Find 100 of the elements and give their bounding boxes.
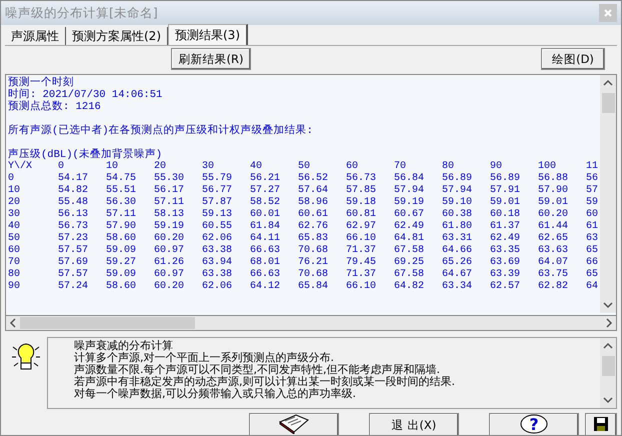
- table-cell-text: 56.21: [250, 173, 282, 185]
- table-cell-text: 70.68: [298, 245, 330, 257]
- table-cell-text: 62.82: [538, 281, 570, 293]
- table-cell-text: 57.69: [58, 257, 90, 269]
- table-cell-text: 56.89: [490, 173, 522, 185]
- table-cell-text: 62.06: [202, 233, 234, 245]
- table-cell-text: 56.73: [58, 221, 90, 233]
- table-cell-text: 62.57: [490, 281, 522, 293]
- table-cell-text: 58.13: [154, 209, 186, 221]
- table-cell-text: 59.09: [106, 245, 138, 257]
- help-button[interactable]: ?: [489, 413, 579, 435]
- column-header: 30: [202, 161, 216, 173]
- column-header: 40: [250, 161, 264, 173]
- table-cell-text: 60.61: [298, 209, 330, 221]
- tab[interactable]: 声源属性: [5, 27, 66, 45]
- column-header: 70: [394, 161, 408, 173]
- exit-button[interactable]: 退 出(X): [369, 413, 459, 435]
- table-cell-text: 59.10: [442, 197, 474, 209]
- table-cell-text: 54.17: [58, 173, 90, 185]
- table-cell-text: 64.67: [442, 269, 474, 281]
- table-cell-text: 58.52: [250, 197, 282, 209]
- tab[interactable]: 预测结果(3): [168, 24, 248, 45]
- table-cell-text: 54.75: [106, 173, 138, 185]
- table-cell-text: 60.55: [202, 221, 234, 233]
- table-cell-text: 61.80: [442, 221, 474, 233]
- plot-button[interactable]: 绘图(D): [541, 48, 605, 70]
- help-text-line: 计算多个声源,对一个平面上一系列预测点的声级分布.: [74, 352, 335, 364]
- table-cell-text: 55.79: [202, 173, 234, 185]
- table-cell-text: 58.60: [106, 281, 138, 293]
- vertical-scrollbar[interactable]: [600, 338, 616, 408]
- table-cell-text: 63: [586, 233, 600, 245]
- column-header: 80: [442, 161, 456, 173]
- table-cell-text: 60.20: [538, 209, 570, 221]
- table-cell-text: 57.23: [58, 233, 90, 245]
- row-header: 0: [8, 173, 16, 185]
- table-cell-text: 66.63: [250, 245, 282, 257]
- scroll-thumb[interactable]: [602, 356, 614, 376]
- table-cell-text: 60.20: [154, 233, 186, 245]
- row-header: 40: [8, 221, 22, 233]
- horizontal-scrollbar[interactable]: [5, 316, 617, 331]
- table-cell-text: 63.38: [202, 245, 234, 257]
- table-cell-text: 60.97: [154, 269, 186, 281]
- table-cell-text: 66.63: [250, 269, 282, 281]
- table-cell-text: 60.20: [154, 281, 186, 293]
- table-cell-text: 61.44: [538, 221, 570, 233]
- table-cell-text: 59.09: [106, 269, 138, 281]
- table-cell-text: 71.37: [346, 245, 378, 257]
- row-header: 80: [8, 269, 22, 281]
- row-header: 50: [8, 233, 22, 245]
- save-button[interactable]: [585, 413, 617, 435]
- table-cell-text: 65.84: [298, 281, 330, 293]
- table-cell-text: 63.31: [442, 233, 474, 245]
- table-cell-text: 58.96: [298, 197, 330, 209]
- table-cell-text: 59.18: [346, 197, 378, 209]
- table-cell-text: 63.35: [490, 245, 522, 257]
- table-cell-text: 57.94: [394, 185, 426, 197]
- table-cell-text: 57.85: [346, 185, 378, 197]
- scroll-thumb[interactable]: [602, 93, 614, 113]
- row-header: 90: [8, 281, 22, 293]
- table-cell-text: 64.11: [250, 233, 282, 245]
- table-cell-text: 57.27: [250, 185, 282, 197]
- table-cell-text: 57: [586, 185, 600, 197]
- table-cell-text: 66: [586, 257, 600, 269]
- table-cell-text: 57.57: [58, 245, 90, 257]
- table-cell-text: 63.75: [538, 269, 570, 281]
- table-cell-text: 62.76: [298, 221, 330, 233]
- table-cell-text: 65.83: [298, 233, 330, 245]
- table-cell-text: 58.60: [106, 233, 138, 245]
- table-cell-text: 64.81: [394, 233, 426, 245]
- table-cell-text: 76.21: [298, 257, 330, 269]
- table-cell-text: 56.89: [442, 173, 474, 185]
- table-cell-text: 55.48: [58, 197, 90, 209]
- vertical-scrollbar[interactable]: [600, 75, 616, 313]
- table-cell-text: 60.38: [442, 209, 474, 221]
- help-text-line: 若声源中有非稳定发声的动态声源,则可以计算出某一时刻或某一段时间的结果.: [74, 376, 456, 388]
- column-header: 100: [538, 161, 558, 173]
- table-cell-text: 59.19: [394, 197, 426, 209]
- table-cell-text: 63.39: [490, 269, 522, 281]
- table-cell-text: 56.84: [394, 173, 426, 185]
- table-cell-text: 62.06: [202, 281, 234, 293]
- output-line: 预测点总数: 1216: [8, 101, 102, 113]
- table-cell-text: 68.01: [250, 257, 282, 269]
- output-line: 时间: 2021/07/30 14:06:51: [8, 89, 164, 101]
- table-cell-text: 54.82: [58, 185, 90, 197]
- table-cell-text: 60.67: [394, 209, 426, 221]
- output-line: 所有声源(已选中者)在各预测点的声压级和计权声级叠加结果:: [8, 125, 314, 137]
- refresh-button[interactable]: 刷新结果(R): [171, 48, 251, 70]
- table-cell-text: 59.01: [490, 197, 522, 209]
- table-cell-text: 61.84: [250, 221, 282, 233]
- row-header: 60: [8, 245, 22, 257]
- table-cell-text: 57.90: [106, 221, 138, 233]
- table-cell-text: 59.01: [538, 197, 570, 209]
- book-button[interactable]: [249, 413, 339, 435]
- table-cell-text: 56.13: [58, 209, 90, 221]
- scroll-thumb[interactable]: [20, 317, 195, 329]
- table-cell-text: 56.52: [298, 173, 330, 185]
- table-cell-text: 60.18: [490, 209, 522, 221]
- table-cell-text: 57.87: [202, 197, 234, 209]
- table-cell-text: 59: [586, 197, 600, 209]
- table-cell-text: 60.01: [250, 209, 282, 221]
